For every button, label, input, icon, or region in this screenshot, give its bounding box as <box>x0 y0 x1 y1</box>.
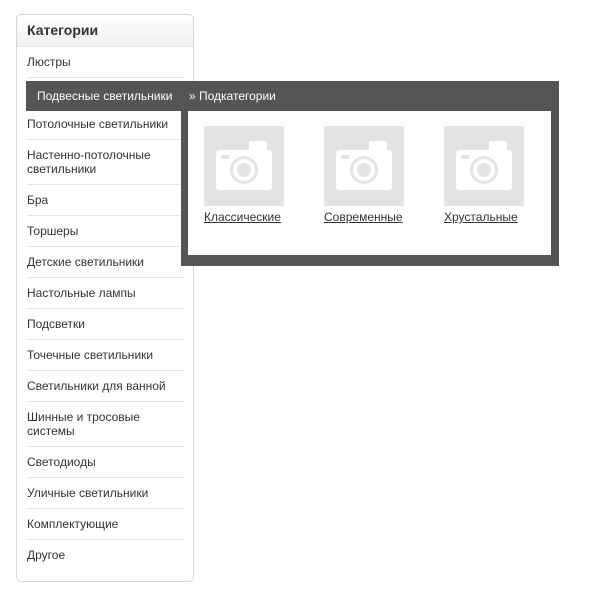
subcategory-modern[interactable]: Современные <box>324 126 434 224</box>
flyout-body: Классические Современные Хрустальные <box>188 111 551 255</box>
category-item-sconces[interactable]: Бра <box>27 185 184 216</box>
category-item-spotlights[interactable]: Точечные светильники <box>27 340 184 371</box>
category-item-bathroom[interactable]: Светильники для ванной <box>27 371 184 402</box>
category-item-leds[interactable]: Светодиоды <box>27 447 184 478</box>
camera-placeholder-icon[interactable] <box>324 126 404 206</box>
flyout-title: » Подкатегории <box>189 89 276 103</box>
category-item-backlights[interactable]: Подсветки <box>27 309 184 340</box>
active-category-label[interactable]: Подвесные светильники <box>37 81 172 111</box>
category-item-other[interactable]: Другое <box>27 540 184 570</box>
categories-title: Категории <box>17 15 193 47</box>
category-item-chandeliers[interactable]: Люстры <box>27 47 184 78</box>
category-item-kids[interactable]: Детские светильники <box>27 247 184 278</box>
category-item-components[interactable]: Комплектующие <box>27 509 184 540</box>
subcategory-classic[interactable]: Классические <box>204 126 314 224</box>
subcategory-label[interactable]: Классические <box>204 210 314 224</box>
category-item-wall-ceiling[interactable]: Настенно-потолочные светильники <box>27 140 184 185</box>
subcategory-label[interactable]: Хрустальные <box>444 210 554 224</box>
category-item-track-systems[interactable]: Шинные и тросовые системы <box>27 402 184 447</box>
category-item-outdoor[interactable]: Уличные светильники <box>27 478 184 509</box>
page: Категории Люстры Потолочные светильники … <box>0 0 590 597</box>
camera-placeholder-icon[interactable] <box>204 126 284 206</box>
category-item-table-lamps[interactable]: Настольные лампы <box>27 278 184 309</box>
subcategory-label[interactable]: Современные <box>324 210 434 224</box>
subcategory-crystal[interactable]: Хрустальные <box>444 126 554 224</box>
subcategories-flyout: » Подкатегории Классические Современные … <box>181 81 559 266</box>
category-item-floor-lamps[interactable]: Торшеры <box>27 216 184 247</box>
category-item-ceiling[interactable]: Потолочные светильники <box>27 109 184 140</box>
camera-placeholder-icon[interactable] <box>444 126 524 206</box>
category-list: Люстры Потолочные светильники Настенно-п… <box>17 47 193 570</box>
